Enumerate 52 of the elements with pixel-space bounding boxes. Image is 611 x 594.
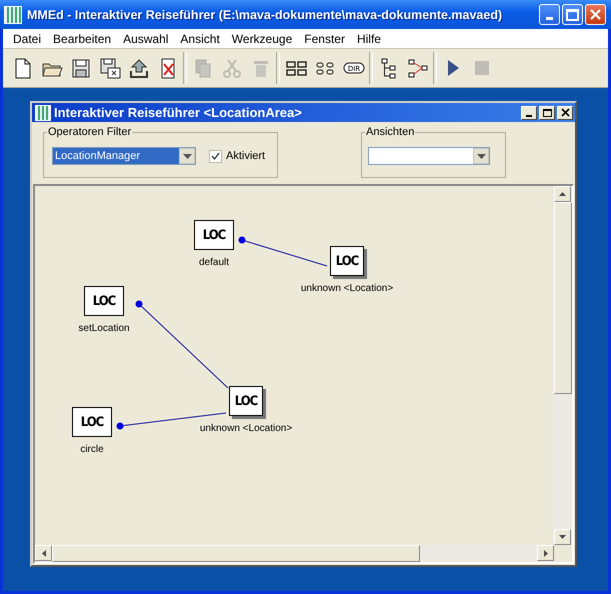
app-icon (35, 104, 51, 120)
menu-item[interactable]: Auswahl (117, 32, 174, 46)
node-label: setLocation (78, 323, 130, 334)
minimize-icon (526, 114, 532, 116)
menu-item[interactable]: Fenster (298, 32, 351, 46)
maximize-button[interactable] (539, 106, 555, 120)
scroll-arrow-button[interactable] (35, 545, 52, 561)
floppy-disk-icon (98, 57, 120, 79)
close-icon (589, 8, 602, 21)
caret-icon (42, 550, 46, 556)
scroll-arrow-button[interactable] (537, 545, 554, 561)
caret-icon (182, 154, 192, 158)
node-label: circle (80, 444, 104, 455)
location-node: LOC (229, 386, 263, 416)
scissors-icon (220, 57, 242, 79)
menu-item[interactable]: Hilfe (350, 32, 387, 46)
menu-item[interactable]: Ansicht (174, 32, 226, 46)
vertical-scrollbar[interactable] (554, 186, 572, 545)
location-node: LOC (194, 220, 234, 250)
upload-icon (128, 57, 150, 79)
group-label: Ansichten (365, 126, 416, 138)
operator-dropdown[interactable]: LocationManager (52, 147, 196, 165)
checkbox-label: Aktiviert (226, 150, 266, 162)
node-label: unknown <Location> (200, 423, 292, 434)
scroll-arrow-button[interactable] (554, 529, 571, 545)
caret-icon (476, 154, 486, 158)
checkbox[interactable] (209, 150, 222, 162)
maximize-icon (566, 8, 579, 20)
caret-icon (544, 550, 548, 556)
app-icon (4, 6, 22, 24)
menu-item[interactable]: Werkzeuge (226, 32, 298, 46)
close-button[interactable] (557, 106, 573, 120)
close-icon (560, 108, 570, 117)
graph-icon (406, 57, 428, 79)
views-dropdown[interactable] (368, 147, 490, 165)
location-node: LOC (84, 286, 124, 316)
window-title: MMEd - Interaktiver Reiseführer (E:\mava-dokumente\mava-dokumente.mavaed) (27, 8, 504, 22)
location-node: LOC (72, 407, 112, 437)
maximize-icon (542, 108, 552, 116)
location-node: LOC (330, 246, 364, 276)
group-label: Operatoren Filter (47, 126, 132, 138)
menu-item[interactable]: Datei (7, 32, 48, 46)
node-label: unknown <Location> (300, 283, 394, 294)
horizontal-scrollbar[interactable] (35, 545, 554, 562)
node-label: default (198, 257, 230, 268)
menu-item[interactable]: Bearbeiten (47, 32, 118, 46)
scroll-arrow-button[interactable] (554, 186, 571, 202)
caret-icon (559, 192, 566, 196)
minimize-button[interactable] (521, 106, 537, 120)
minimize-icon (546, 17, 553, 20)
window-title: Interaktiver Reiseführer <LocationArea> (54, 105, 303, 120)
caret-icon (559, 535, 566, 539)
